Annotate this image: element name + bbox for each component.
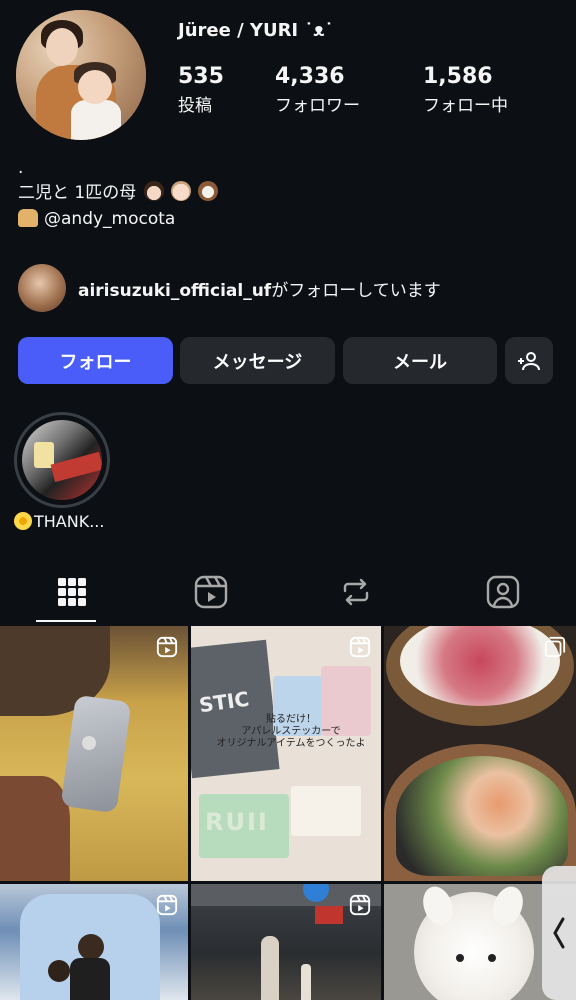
bio-dot: . xyxy=(18,158,24,178)
tab-posts-grid[interactable] xyxy=(0,560,144,624)
sunflower-emoji-icon xyxy=(14,512,32,530)
story-highlight-title: THANK... xyxy=(34,512,105,531)
email-button[interactable]: メール xyxy=(343,337,497,384)
posts-count-value: 535 xyxy=(178,64,224,89)
story-highlight[interactable] xyxy=(14,412,110,508)
grid-icon xyxy=(58,578,86,606)
tab-tagged[interactable] xyxy=(431,560,575,624)
reel-icon xyxy=(156,636,178,658)
girl-emoji-icon xyxy=(143,181,164,201)
reel-icon xyxy=(349,636,371,658)
post-thumbnail[interactable] xyxy=(0,884,188,1000)
post-thumbnail[interactable] xyxy=(384,626,576,881)
mutual-follower-row[interactable]: airisuzuki_official_ufがフォローしています xyxy=(18,264,441,312)
tab-reels[interactable] xyxy=(139,560,283,624)
chevron-left-icon xyxy=(553,917,565,949)
follow-button[interactable]: フォロー xyxy=(18,337,173,384)
post-caption-line-3: オリジナルアイテムをつくったよ xyxy=(216,738,366,749)
following-count-label: フォロー中 xyxy=(423,96,508,116)
followers-count[interactable]: 4,336 フォロワー xyxy=(275,64,360,116)
followers-count-label: フォロワー xyxy=(275,96,360,116)
carousel-icon xyxy=(544,636,566,658)
post-thumbnail[interactable] xyxy=(0,626,188,881)
bio-line-link[interactable]: @andy_mocota xyxy=(18,206,218,232)
post-thumbnail[interactable] xyxy=(191,884,381,1000)
posts-grid: STIC RUII 貼るだけ！ アパレルステッカーで オリジナルアイテムをつくっ… xyxy=(0,626,576,1000)
story-highlight-label: THANK... xyxy=(14,512,104,531)
post-caption-overlay: 貼るだけ！ アパレルステッカーで オリジナルアイテムをつくったよ xyxy=(216,714,366,750)
reel-icon xyxy=(349,894,371,916)
side-panel-handle[interactable] xyxy=(542,866,576,1000)
bio-family-text: 二児と 1匹の母 xyxy=(18,183,137,203)
repost-icon xyxy=(343,578,369,606)
following-count-value: 1,586 xyxy=(423,64,493,89)
bio-linked-account[interactable]: @andy_mocota xyxy=(44,209,175,229)
profile-name: Jüree / YURI ˙ᴥ˙ xyxy=(178,20,334,41)
following-count[interactable]: 1,586 フォロー中 xyxy=(423,64,508,116)
sticker-letters-text: RUII xyxy=(205,808,269,836)
bio-line-family: 二児と 1匹の母 xyxy=(18,180,219,206)
mutual-follower-username[interactable]: airisuzuki_official_uf xyxy=(78,281,271,301)
bread-emoji-icon xyxy=(18,209,38,227)
followers-count-value: 4,336 xyxy=(275,64,345,89)
profile-tabs xyxy=(0,560,576,624)
reels-icon xyxy=(194,575,228,609)
suggested-users-button[interactable] xyxy=(505,337,553,384)
post-caption-line-1: 貼るだけ！ xyxy=(266,714,316,725)
post-caption-line-2: アパレルステッカーで xyxy=(241,726,341,737)
mutual-follower-suffix: がフォローしています xyxy=(271,280,441,301)
post-thumbnail[interactable]: STIC RUII 貼るだけ！ アパレルステッカーで オリジナルアイテムをつくっ… xyxy=(191,626,381,881)
add-person-icon xyxy=(518,351,540,370)
message-button[interactable]: メッセージ xyxy=(180,337,335,384)
mutual-follower-avatar[interactable] xyxy=(18,264,66,312)
posts-count-label: 投稿 xyxy=(178,96,212,116)
profile-bio: . 二児と 1匹の母 @andy_mocota xyxy=(18,158,219,232)
dog-emoji-icon xyxy=(198,181,219,201)
reel-icon xyxy=(156,894,178,916)
profile-avatar[interactable] xyxy=(16,10,146,140)
posts-count[interactable]: 535 投稿 xyxy=(178,64,224,116)
mutual-follower-text: airisuzuki_official_ufがフォローしています xyxy=(78,276,441,301)
active-tab-indicator xyxy=(36,620,96,622)
baby-emoji-icon xyxy=(171,181,192,201)
tagged-person-icon xyxy=(486,575,520,609)
tab-reposts[interactable] xyxy=(284,560,428,624)
story-highlight-cover xyxy=(22,420,102,500)
